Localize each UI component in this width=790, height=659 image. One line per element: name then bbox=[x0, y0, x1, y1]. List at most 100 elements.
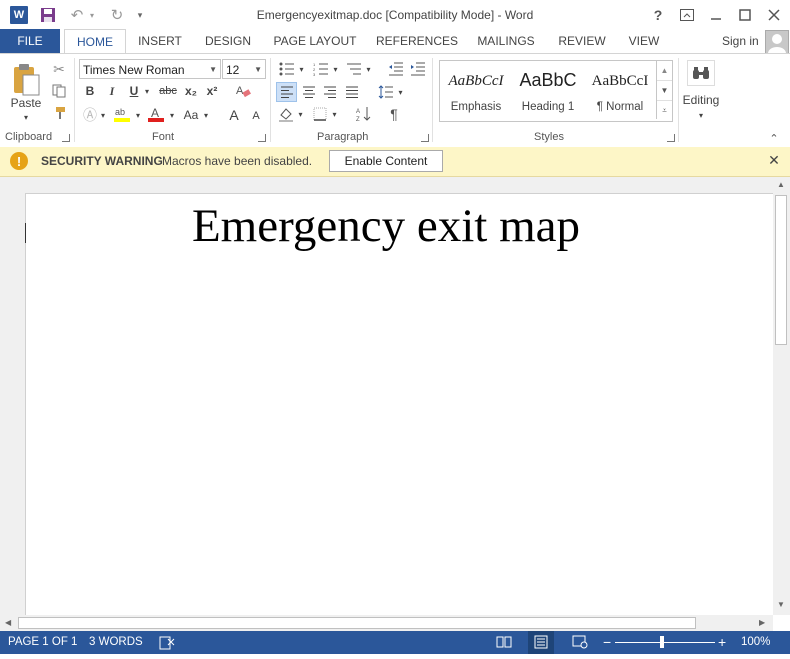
paragraph-launcher-icon[interactable] bbox=[421, 134, 429, 142]
subscript-button[interactable]: x₂ bbox=[182, 82, 200, 100]
tab-page-layout[interactable]: PAGE LAYOUT bbox=[270, 29, 360, 53]
clear-formatting-icon[interactable]: A bbox=[234, 82, 252, 100]
document-heading[interactable]: Emergency exit map bbox=[0, 199, 772, 253]
font-color-dropdown-icon[interactable]: ▾ bbox=[167, 106, 177, 124]
tab-file[interactable]: FILE bbox=[0, 29, 60, 53]
proofing-icon[interactable] bbox=[159, 636, 175, 650]
vertical-scroll-thumb[interactable] bbox=[775, 195, 787, 345]
increase-indent-icon[interactable] bbox=[408, 60, 428, 78]
style-emphasis[interactable]: AaBbCcI Emphasis bbox=[440, 61, 512, 119]
cut-icon[interactable]: ✂ bbox=[50, 60, 68, 78]
read-mode-icon[interactable] bbox=[496, 635, 512, 650]
tab-references[interactable]: REFERENCES bbox=[374, 29, 460, 53]
strikethrough-button[interactable]: abc bbox=[157, 82, 179, 100]
style-heading-1[interactable]: AaBbC Heading 1 bbox=[512, 61, 584, 119]
font-name-dropdown[interactable]: Times New Roman ▼ bbox=[79, 59, 221, 79]
shrink-font-button[interactable]: A bbox=[248, 108, 264, 124]
font-size-dropdown[interactable]: 12 ▼ bbox=[222, 59, 266, 79]
styles-scroll-down-icon[interactable]: ▼ bbox=[657, 81, 672, 101]
tab-design[interactable]: DESIGN bbox=[200, 29, 256, 53]
borders-dropdown-icon[interactable]: ▾ bbox=[330, 104, 339, 124]
grow-font-button[interactable]: A bbox=[225, 106, 243, 124]
format-painter-icon[interactable] bbox=[50, 104, 68, 122]
underline-dropdown-icon[interactable]: ▾ bbox=[142, 82, 152, 100]
tab-mailings[interactable]: MAILINGS bbox=[472, 29, 540, 53]
scroll-down-icon[interactable]: ▼ bbox=[777, 600, 785, 609]
scroll-right-icon[interactable]: ▶ bbox=[759, 618, 765, 627]
minimize-icon[interactable] bbox=[703, 4, 729, 26]
web-layout-icon[interactable] bbox=[572, 635, 588, 650]
style-heading-1-name: Heading 1 bbox=[521, 101, 575, 113]
change-case-dropdown-icon[interactable]: ▾ bbox=[201, 106, 211, 124]
line-spacing-icon[interactable] bbox=[376, 82, 396, 102]
tab-review[interactable]: REVIEW bbox=[554, 29, 610, 53]
styles-more-icon[interactable]: ⩡ bbox=[657, 101, 672, 120]
bullets-dropdown-icon[interactable]: ▾ bbox=[297, 60, 306, 78]
align-right-icon[interactable] bbox=[320, 82, 340, 102]
zoom-level[interactable]: 100% bbox=[741, 631, 770, 654]
horizontal-scrollbar[interactable]: ◀ ▶ bbox=[0, 615, 773, 631]
bullets-icon[interactable] bbox=[277, 60, 297, 78]
show-formatting-marks-button[interactable]: ¶ bbox=[385, 104, 403, 124]
shading-icon[interactable] bbox=[276, 104, 296, 124]
close-warning-icon[interactable]: ✕ bbox=[766, 152, 782, 170]
enable-content-button[interactable]: Enable Content bbox=[329, 150, 443, 172]
font-color-icon[interactable]: A bbox=[146, 104, 166, 124]
change-case-button[interactable]: Aa bbox=[180, 106, 202, 124]
maximize-icon[interactable] bbox=[732, 4, 758, 26]
page-count[interactable]: PAGE 1 OF 1 bbox=[8, 631, 77, 654]
paste-icon[interactable] bbox=[6, 60, 46, 100]
numbering-dropdown-icon[interactable]: ▾ bbox=[331, 60, 340, 78]
highlight-icon[interactable]: ab bbox=[112, 104, 132, 124]
line-spacing-dropdown-icon[interactable]: ▾ bbox=[396, 82, 405, 102]
document-page[interactable] bbox=[25, 193, 774, 624]
editing-dropdown-icon[interactable]: ▾ bbox=[696, 110, 706, 120]
text-effects-icon[interactable]: Ⓐ bbox=[82, 106, 98, 124]
sign-in-link[interactable]: Sign in bbox=[722, 29, 759, 53]
paste-dropdown-icon[interactable]: ▾ bbox=[20, 112, 32, 122]
styles-scroll-up-icon[interactable]: ▲ bbox=[657, 61, 672, 81]
binoculars-icon[interactable] bbox=[687, 60, 715, 86]
paste-label[interactable]: Paste bbox=[4, 96, 48, 110]
word-count[interactable]: 3 WORDS bbox=[89, 631, 143, 654]
help-button[interactable]: ? bbox=[645, 4, 671, 26]
borders-icon[interactable] bbox=[310, 104, 330, 124]
italic-button[interactable]: I bbox=[104, 82, 120, 100]
vertical-scrollbar[interactable]: ▲ ▼ bbox=[773, 177, 790, 615]
zoom-slider[interactable] bbox=[615, 642, 715, 643]
scroll-up-icon[interactable]: ▲ bbox=[777, 180, 785, 189]
tab-insert[interactable]: INSERT bbox=[134, 29, 186, 53]
horizontal-scroll-thumb[interactable] bbox=[18, 617, 696, 629]
close-window-icon[interactable] bbox=[761, 4, 787, 26]
copy-icon[interactable] bbox=[50, 82, 68, 100]
text-effects-dropdown-icon[interactable]: ▾ bbox=[98, 106, 108, 124]
clipboard-launcher-icon[interactable] bbox=[62, 134, 70, 142]
print-layout-icon[interactable] bbox=[528, 631, 554, 654]
avatar[interactable] bbox=[765, 30, 789, 54]
align-center-icon[interactable] bbox=[299, 82, 319, 102]
numbering-icon[interactable]: 123 bbox=[311, 60, 331, 78]
ribbon-display-options-icon[interactable] bbox=[674, 4, 700, 26]
tab-view[interactable]: VIEW bbox=[622, 29, 666, 53]
collapse-ribbon-icon[interactable]: ⌃ bbox=[766, 132, 782, 145]
scroll-left-icon[interactable]: ◀ bbox=[5, 618, 11, 627]
editing-button-label[interactable]: Editing bbox=[679, 92, 723, 108]
underline-button[interactable]: U bbox=[126, 82, 142, 100]
zoom-out-button[interactable]: − bbox=[603, 631, 611, 654]
tab-home[interactable]: HOME bbox=[64, 29, 126, 54]
styles-launcher-icon[interactable] bbox=[667, 134, 675, 142]
multilevel-list-icon[interactable] bbox=[344, 60, 364, 78]
sort-icon[interactable]: AZ bbox=[354, 104, 374, 124]
shading-dropdown-icon[interactable]: ▾ bbox=[296, 104, 305, 124]
superscript-button[interactable]: x² bbox=[203, 82, 221, 100]
font-launcher-icon[interactable] bbox=[258, 134, 266, 142]
decrease-indent-icon[interactable] bbox=[386, 60, 406, 78]
zoom-in-button[interactable]: + bbox=[718, 631, 726, 654]
bold-button[interactable]: B bbox=[82, 82, 98, 100]
zoom-slider-thumb[interactable] bbox=[660, 636, 664, 648]
multilevel-dropdown-icon[interactable]: ▾ bbox=[364, 60, 373, 78]
justify-icon[interactable] bbox=[342, 82, 362, 102]
highlight-dropdown-icon[interactable]: ▾ bbox=[133, 106, 143, 124]
style-normal[interactable]: AaBbCcI ¶ Normal bbox=[584, 61, 656, 119]
align-left-icon[interactable] bbox=[276, 82, 297, 102]
